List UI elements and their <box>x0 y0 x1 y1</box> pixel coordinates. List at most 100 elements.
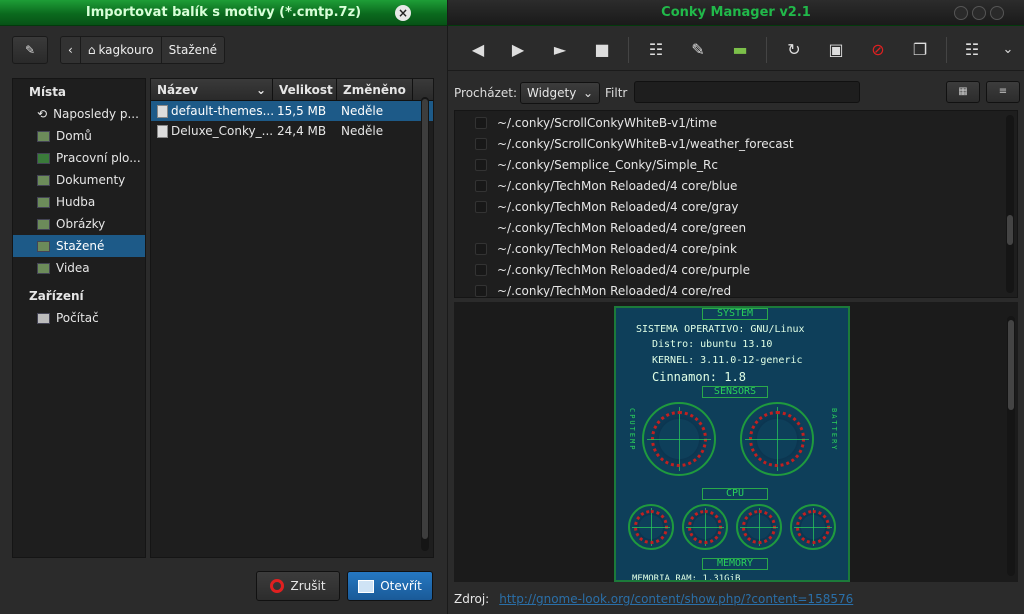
stop-icon[interactable]: ■ <box>590 37 614 61</box>
conky-manager-window: Conky Manager v2.1 ◀ ▶ ► ■ ☷ ✎ ▬ ↻ ▣ ⊘ ❐… <box>448 0 1024 614</box>
sidebar-item-recent[interactable]: ⟲ Naposledy p... <box>13 103 145 125</box>
section-system: SYSTEM <box>702 308 768 320</box>
sidebar-item-home[interactable]: Domů <box>13 125 145 147</box>
open-folder-icon <box>358 579 375 593</box>
chevron-down-icon: ⌄ <box>582 86 593 100</box>
cancel-button[interactable]: Zrušit <box>256 571 340 601</box>
widget-checkbox[interactable] <box>475 242 487 255</box>
grid-view-button[interactable]: ▦ <box>946 81 980 103</box>
folder-icon[interactable]: ▬ <box>728 37 752 61</box>
places-header: Místa <box>29 85 67 99</box>
chevron-down-icon: ⌄ <box>255 82 266 97</box>
column-name[interactable]: Název ⌄ <box>151 79 273 100</box>
widget-checkbox[interactable] <box>475 116 487 129</box>
list-item[interactable]: ~/.conky/TechMon Reloaded/4 core/red <box>455 280 1017 297</box>
cpu-temp-gauge <box>642 402 716 476</box>
cpu-core-gauge <box>736 504 782 550</box>
sidebar-item-music[interactable]: Hudba <box>13 191 145 213</box>
scrollbar-thumb[interactable] <box>422 99 428 539</box>
source-link[interactable]: http://gnome-look.org/content/show.php/?… <box>499 592 853 606</box>
preview-os: SISTEMA OPERATIVO: GNU/Linux <box>636 324 805 335</box>
path-segment-home[interactable]: ⌂ kagkouro <box>81 37 162 63</box>
file-row[interactable]: default-themes... 15,5 MB Neděle <box>151 101 433 121</box>
copy-window-icon[interactable]: ❐ <box>908 37 932 61</box>
preview-scrollbar[interactable] <box>1007 316 1015 576</box>
list-item[interactable]: ~/.conky/TechMon Reloaded/4 core/green <box>455 217 1017 238</box>
widget-checkbox[interactable] <box>475 158 487 171</box>
cpu-core-gauge <box>790 504 836 550</box>
widget-checkbox[interactable] <box>475 137 487 150</box>
file-row[interactable]: Deluxe_Conky_... 24,4 MB Neděle <box>151 121 433 141</box>
preview-kernel: KERNEL: 3.11.0-12-generic <box>652 355 803 366</box>
list-item[interactable]: ~/.conky/ScrollConkyWhiteB-v1/time <box>455 112 1017 133</box>
kill-conky-icon[interactable]: ⊘ <box>866 37 890 61</box>
sidebar-item-videos[interactable]: Videa <box>13 257 145 279</box>
arrow-left-icon[interactable]: ◀ <box>466 37 490 61</box>
list-item[interactable]: ~/.conky/Semplice_Conky/Simple_Rc <box>455 154 1017 175</box>
column-size[interactable]: Velikost <box>273 79 337 100</box>
edit-pencil-icon[interactable]: ✎ <box>686 37 710 61</box>
computer-icon <box>37 312 50 324</box>
widget-checkbox[interactable] <box>475 222 487 234</box>
filter-label: Filtr <box>605 86 628 100</box>
arrow-right-icon[interactable]: ▶ <box>506 37 530 61</box>
list-item[interactable]: ~/.conky/TechMon Reloaded/4 core/pink <box>455 238 1017 259</box>
sidebar-item-documents[interactable]: Dokumenty <box>13 169 145 191</box>
browse-select[interactable]: Widgety ⌄ <box>520 82 600 104</box>
refresh-icon[interactable]: ↻ <box>782 37 806 61</box>
sidebar-item-downloads[interactable]: Stažené <box>13 235 145 257</box>
path-back-button[interactable]: ‹ <box>61 37 81 63</box>
desktop-icon <box>37 152 50 164</box>
devices-header: Zařízení <box>29 289 84 303</box>
screenshot-settings-icon[interactable]: ▣ <box>824 37 848 61</box>
list-item[interactable]: ~/.conky/ScrollConkyWhiteB-v1/weather_fo… <box>455 133 1017 154</box>
file-icon <box>157 105 168 118</box>
cpu-core-gauge <box>682 504 728 550</box>
widget-list-scrollbar[interactable] <box>1006 115 1014 293</box>
side-label-battery: BATTERY <box>830 408 838 452</box>
maximize-icon[interactable] <box>972 6 986 20</box>
widget-checkbox[interactable] <box>475 179 487 192</box>
folder-icon <box>37 262 50 274</box>
path-segment-downloads[interactable]: Stažené <box>162 37 224 63</box>
open-button[interactable]: Otevřít <box>347 571 433 601</box>
scrollbar-thumb[interactable] <box>1007 215 1013 245</box>
toolbar-separator <box>946 37 947 63</box>
sidebar-item-pictures[interactable]: Obrázky <box>13 213 145 235</box>
preferences-icon[interactable]: ☷ <box>960 37 984 61</box>
pencil-icon: ✎ <box>24 43 36 57</box>
source-line: Zdroj: http://gnome-look.org/content/show… <box>454 592 853 606</box>
folder-icon <box>37 196 50 208</box>
close-icon[interactable]: × <box>395 5 411 21</box>
play-icon[interactable]: ► <box>548 37 572 61</box>
sidebar-item-desktop[interactable]: Pracovní plo... <box>13 147 145 169</box>
source-label: Zdroj: <box>454 592 490 606</box>
minimize-icon[interactable] <box>954 6 968 20</box>
dialog-titlebar: Importovat balík s motivy (*.cmtp.7z) × <box>0 0 447 26</box>
sidebar-item-computer[interactable]: Počítač <box>13 307 145 329</box>
list-item[interactable]: ~/.conky/TechMon Reloaded/4 core/purple <box>455 259 1017 280</box>
recent-icon: ⟲ <box>37 107 48 121</box>
settings-sliders-icon[interactable]: ☷ <box>644 37 668 61</box>
section-memory: MEMORY <box>702 558 768 570</box>
widget-checkbox[interactable] <box>475 200 487 213</box>
window-title: Conky Manager v2.1 <box>661 5 811 20</box>
edit-location-button[interactable]: ✎ <box>12 36 48 64</box>
grid-icon: ▦ <box>958 86 968 97</box>
widget-checkbox[interactable] <box>475 263 487 276</box>
conky-preview-image: SYSTEM SISTEMA OPERATIVO: GNU/Linux Dist… <box>614 306 850 582</box>
cpu-core-gauge <box>628 504 674 550</box>
column-modified[interactable]: Změněno <box>337 79 413 100</box>
file-list-scrollbar[interactable] <box>421 97 429 551</box>
widget-checkbox[interactable] <box>475 284 487 297</box>
list-item[interactable]: ~/.conky/TechMon Reloaded/4 core/gray <box>455 196 1017 217</box>
path-bar: ‹ ⌂ kagkouro Stažené <box>60 36 225 64</box>
list-view-button[interactable]: ≡ <box>986 81 1020 103</box>
chevron-down-icon[interactable]: ⌄ <box>996 37 1020 61</box>
toolbar-separator <box>766 37 767 63</box>
filter-input[interactable] <box>634 81 860 103</box>
preview-memory: MEMORIA RAM: 1.31GiB <box>632 574 741 582</box>
close-icon[interactable] <box>990 6 1004 20</box>
list-item[interactable]: ~/.conky/TechMon Reloaded/4 core/blue <box>455 175 1017 196</box>
scrollbar-thumb[interactable] <box>1008 320 1014 410</box>
